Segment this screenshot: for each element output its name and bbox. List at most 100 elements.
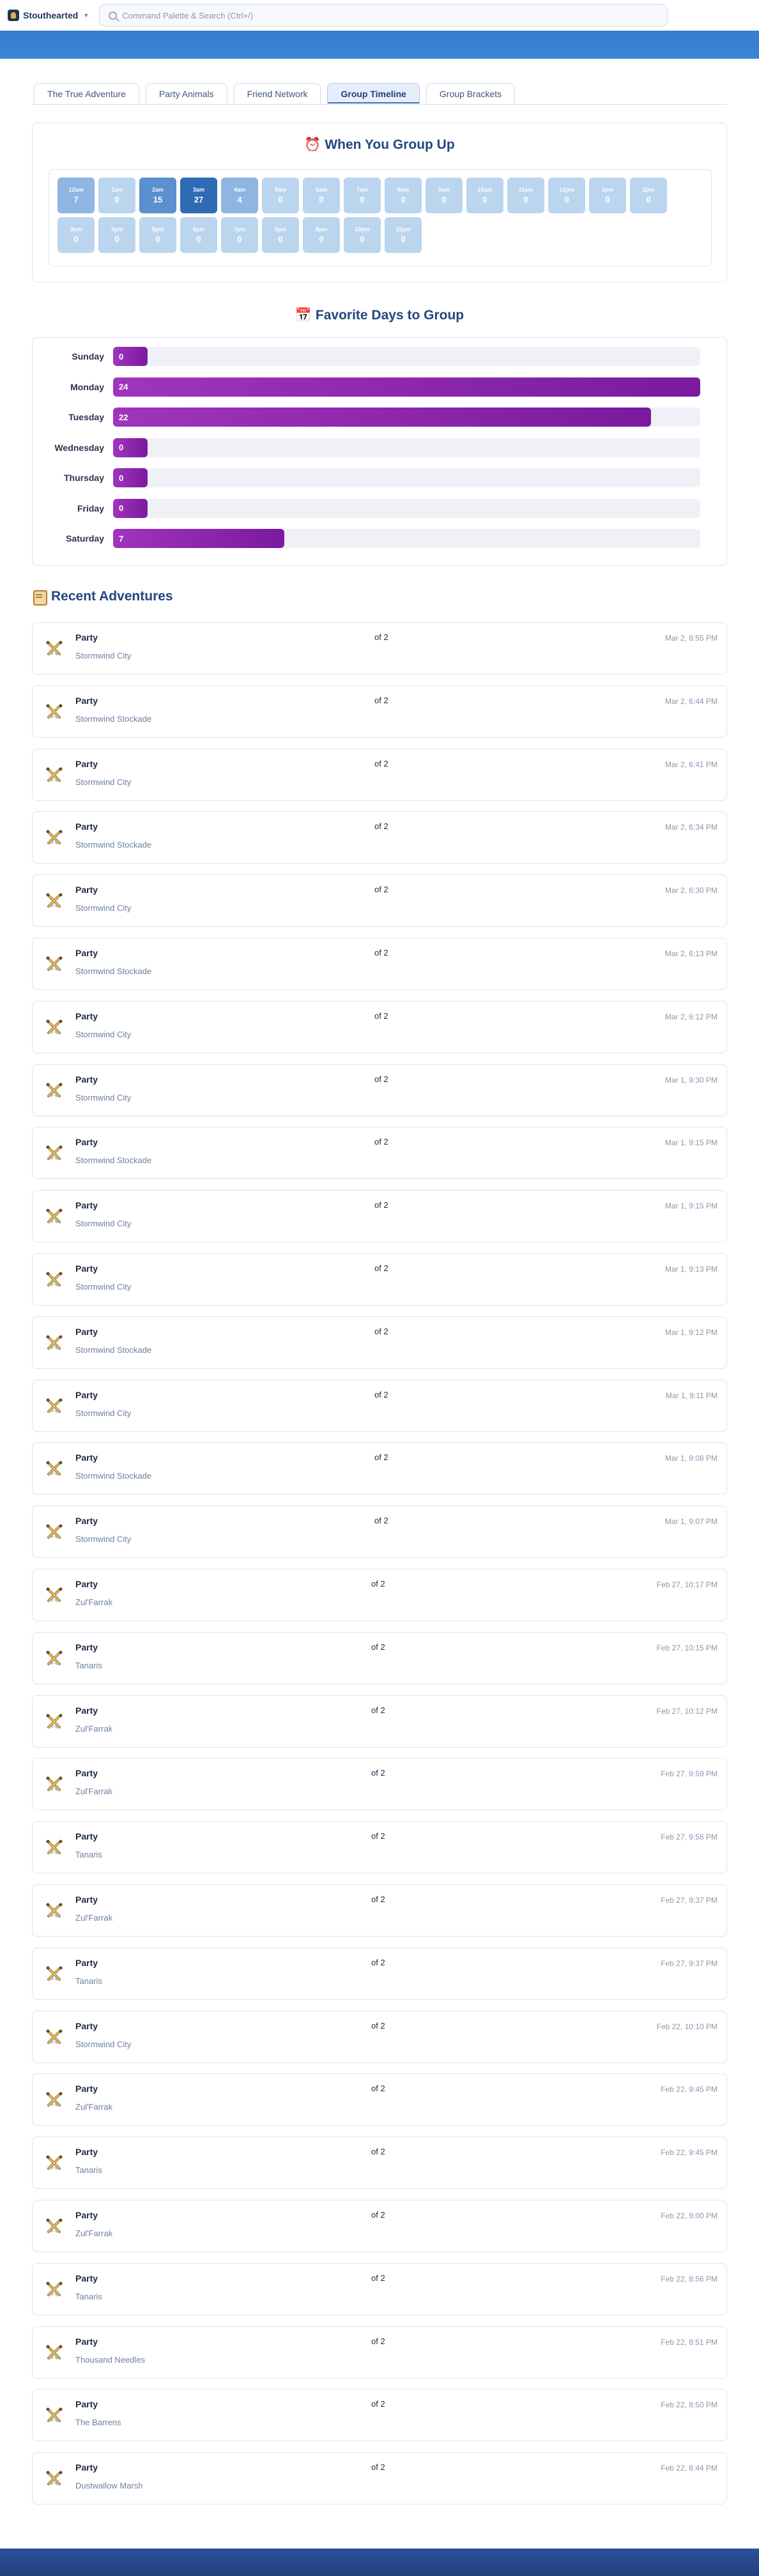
adventure-item[interactable]: Party Stormwind Stockade of 2 Mar 2, 6:13 P… (32, 938, 727, 990)
adventure-item[interactable]: Party Stormwind City of 2 Mar 1, 9:15 PM (32, 1190, 727, 1243)
adventure-name: Party (75, 1705, 98, 1716)
adventure-item[interactable]: Party Stormwind City of 2 Mar 2, 6:30 PM (32, 874, 727, 927)
adventure-item[interactable]: Party Stormwind Stockade of 2 Mar 1, 9:12 P… (32, 1316, 727, 1369)
adventure-name: Party (75, 1263, 98, 1274)
adventure-item[interactable]: Party Tanaris of 2 Feb 22, 8:56 PM (32, 2262, 727, 2315)
crossed-swords-icon (45, 1460, 63, 1478)
adventure-item[interactable]: Party Stormwind City of 2 Mar 2, 6:12 PM (32, 1000, 727, 1053)
adventure-timestamp: Mar 2, 6:44 PM (664, 696, 717, 706)
adventure-item[interactable]: Party Stormwind Stockade of 2 Mar 2, 6:44 P… (32, 685, 727, 738)
adventure-party-size: of 2 (374, 758, 388, 768)
adventure-zone: Stormwind City (75, 1029, 132, 1039)
adventure-item[interactable]: Party Zul'Farrak of 2 Feb 27, 9:59 PM (32, 1758, 727, 1811)
command-palette-search[interactable]: Command Palette & Search (Ctrl+/) (99, 4, 668, 27)
adventure-name: Party (75, 1200, 98, 1211)
hour-cell-value: 0 (360, 234, 365, 244)
hour-cell-label: 8pm (274, 226, 287, 232)
adventure-name: Party (75, 695, 98, 706)
adventure-item[interactable]: Party Stormwind Stockade of 2 Mar 2, 6:34 P… (32, 811, 727, 864)
adventure-zone: Stormwind City (75, 903, 132, 913)
adventure-zone: The Barrens (75, 2418, 121, 2428)
hour-cell-1pm: 1pm 0 (589, 178, 626, 213)
adventure-item[interactable]: Party Tanaris of 2 Feb 22, 9:45 PM (32, 2137, 727, 2190)
adventure-item[interactable]: Party Thousand Needles of 2 Feb 22, 8:51 PM (32, 2326, 727, 2379)
adventure-item[interactable]: Party Dustwallow Marsh of 2 Feb 22, 8:44 PM (32, 2452, 727, 2505)
day-label: Saturday (66, 533, 104, 544)
adventure-name: Party (75, 2462, 98, 2473)
hour-cell-label: 7am (356, 187, 368, 193)
hour-cell-5am: 5am 0 (262, 178, 299, 213)
adventure-item[interactable]: Party Stormwind City of 2 Mar 1, 9:11 PM (32, 1379, 727, 1432)
adventure-item[interactable]: Party Stormwind Stockade of 2 Mar 1, 9:08 P… (32, 1442, 727, 1495)
crossed-swords-icon (45, 829, 63, 847)
day-label: Friday (77, 503, 104, 514)
hour-cell-label: 6pm (192, 226, 205, 232)
adventure-party-size: of 2 (371, 1831, 385, 1841)
hour-cell-value: 0 (73, 234, 79, 244)
adventure-name: Party (75, 885, 98, 896)
adventure-party-size: of 2 (374, 821, 388, 832)
adventure-item[interactable]: Party Zul'Farrak of 2 Feb 27, 10:17 PM (32, 1569, 727, 1621)
hour-cell-label: 1am (111, 187, 123, 193)
adventure-item[interactable]: Party Stormwind Stockade of 2 Mar 1, 9:15 P… (32, 1127, 727, 1180)
search-icon (109, 11, 118, 20)
day-bar-value: 0 (119, 443, 124, 452)
hour-cell-10pm: 10pm 0 (344, 217, 381, 253)
adventure-timestamp: Mar 2, 6:30 PM (664, 886, 717, 896)
adventure-item[interactable]: Party Tanaris of 2 Feb 27, 10:15 PM (32, 1631, 727, 1684)
day-label: Thursday (63, 473, 104, 483)
adventure-item[interactable]: Party Tanaris of 2 Feb 27, 9:58 PM (32, 1821, 727, 1874)
adventure-item[interactable]: Party Zul'Farrak of 2 Feb 22, 9:00 PM (32, 2200, 727, 2252)
hour-cell-value: 0 (155, 234, 160, 244)
adventure-timestamp: Mar 2, 6:41 PM (664, 759, 717, 769)
hour-cell-value: 0 (564, 195, 569, 204)
adventure-item[interactable]: Party Zul'Farrak of 2 Feb 27, 9:37 PM (32, 1884, 727, 1937)
adventure-party-size: of 2 (371, 2210, 385, 2220)
hour-cell-4am: 4am 4 (221, 178, 258, 213)
tab-group-brackets[interactable]: Group Brackets (425, 83, 516, 103)
hour-cell-9pm: 9pm 0 (303, 217, 340, 253)
hour-cell-6am: 6am 0 (303, 178, 340, 213)
tab-party-animals[interactable]: Party Animals (145, 83, 227, 103)
adventure-item[interactable]: Party Zul'Farrak of 2 Feb 22, 9:45 PM (32, 2073, 727, 2126)
crossed-swords-icon (45, 640, 63, 658)
day-bar-value: 24 (119, 382, 128, 392)
hour-cell-label: 2pm (642, 187, 655, 193)
adventure-item[interactable]: Party The Barrens of 2 Feb 22, 8:50 PM (32, 2389, 727, 2442)
adventure-item[interactable]: Party Stormwind City of 2 Mar 1, 9:30 PM (32, 1063, 727, 1117)
adventure-item[interactable]: Party Tanaris of 2 Feb 27, 9:37 PM (32, 1947, 727, 2000)
brand-menu[interactable]: Stouthearted ▼ (8, 10, 89, 21)
crossed-swords-icon (45, 1587, 63, 1604)
adventure-item[interactable]: Party Zul'Farrak of 2 Feb 27, 10:12 PM (32, 1695, 727, 1748)
hour-cell-value: 0 (114, 195, 119, 204)
adventure-timestamp: Mar 1, 9:11 PM (665, 1391, 717, 1400)
tab-group-timeline[interactable]: Group Timeline (327, 83, 420, 103)
day-label: Sunday (72, 351, 104, 362)
adventure-timestamp: Feb 27, 9:58 PM (661, 1833, 717, 1842)
adventure-zone: Zul'Farrak (75, 2102, 113, 2112)
adventure-zone: Stormwind City (75, 651, 132, 660)
crossed-swords-icon (45, 2029, 63, 2046)
adventure-item[interactable]: Party Stormwind City of 2 Mar 1, 9:07 PM (32, 1505, 727, 1559)
adventure-item[interactable]: Party Stormwind City of 2 Mar 2, 6:55 PM (32, 622, 727, 674)
hour-cell-label: 4am (233, 187, 245, 193)
guild-logo-icon (8, 10, 19, 21)
adventure-item[interactable]: Party Stormwind City of 2 Feb 22, 10:10 PM (32, 2010, 727, 2063)
adventure-item[interactable]: Party Stormwind City of 2 Mar 1, 9:13 PM (32, 1253, 727, 1306)
adventure-name: Party (75, 1326, 98, 1337)
crossed-swords-icon (45, 1713, 63, 1731)
crossed-swords-icon (45, 892, 63, 910)
adventure-name: Party (75, 1137, 98, 1148)
adventure-name: Party (75, 821, 98, 832)
hour-cell-label: 5pm (151, 226, 164, 232)
adventure-zone: Stormwind Stockade (75, 713, 152, 724)
hour-cell-value: 0 (360, 195, 365, 204)
hour-cell-label: 10pm (355, 226, 370, 232)
adventure-zone: Stormwind Stockade (75, 966, 152, 976)
hour-cell-5pm: 5pm 0 (139, 217, 176, 253)
adventure-name: Party (75, 1389, 98, 1400)
adventure-item[interactable]: Party Stormwind City of 2 Mar 2, 6:41 PM (32, 748, 727, 801)
adventure-zone: Stormwind City (75, 1219, 132, 1229)
tab-friend-network[interactable]: Friend Network (233, 83, 321, 103)
tab-true-adventure[interactable]: The True Adventure (34, 83, 139, 103)
